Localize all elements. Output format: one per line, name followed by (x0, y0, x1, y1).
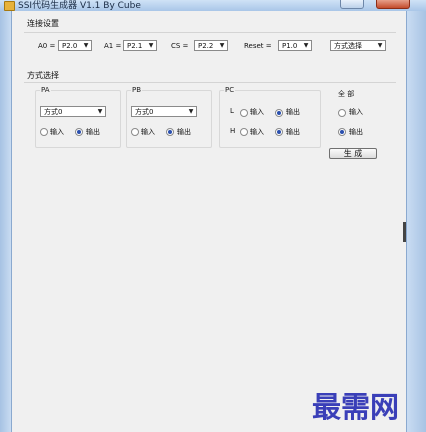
all-input-radio[interactable] (338, 109, 346, 117)
a0-combo[interactable]: P2.0 ▼ (58, 40, 92, 51)
resize-grip[interactable] (403, 222, 406, 242)
pc-low-input-radio[interactable] (240, 109, 248, 117)
reset-combo[interactable]: P1.0 ▼ (278, 40, 312, 51)
pb-input-radio[interactable] (131, 128, 139, 136)
pb-mode-value: 方式0 (135, 108, 154, 116)
pc-high-input-radio[interactable] (240, 128, 248, 136)
window-title: SSI代码生成器 V1.1 By Cube (18, 1, 141, 11)
cs-combo[interactable]: P2.2 ▼ (194, 40, 228, 51)
mode-divider (24, 82, 396, 83)
cs-label: CS = (171, 42, 189, 50)
pb-output-label: 输出 (177, 128, 191, 136)
pb-group (126, 90, 212, 148)
all-output-label: 输出 (349, 128, 363, 136)
chevron-down-icon: ▼ (303, 42, 309, 49)
pa-input-radio[interactable] (40, 128, 48, 136)
mode-select-combo[interactable]: 方式选择 ▼ (330, 40, 386, 51)
pc-low-label: L (230, 107, 234, 115)
pc-low-input-label: 输入 (250, 108, 264, 116)
chevron-down-icon: ▼ (377, 42, 383, 49)
pa-mode-value: 方式0 (44, 108, 63, 116)
a1-value: P2.1 (127, 42, 143, 50)
watermark-logo: 最需网 (312, 390, 400, 424)
close-button[interactable] (376, 0, 410, 9)
pb-mode-combo[interactable]: 方式0 ▼ (131, 106, 197, 117)
mode-select-value: 方式选择 (334, 42, 362, 50)
all-input-label: 输入 (349, 108, 363, 116)
pa-title: PA (40, 86, 51, 94)
pc-high-input-label: 输入 (250, 128, 264, 136)
pa-output-radio[interactable] (75, 128, 83, 136)
chevron-down-icon: ▼ (188, 108, 194, 115)
window-frame-right (406, 11, 426, 432)
window-frame-left (0, 11, 12, 432)
reset-value: P1.0 (282, 42, 298, 50)
a1-label: A1 = (104, 42, 122, 50)
pc-title: PC (224, 86, 236, 94)
all-output-radio[interactable] (338, 128, 346, 136)
pa-input-label: 输入 (50, 128, 64, 136)
chevron-down-icon: ▼ (97, 108, 103, 115)
minimize-button[interactable] (340, 0, 364, 9)
reset-label: Reset = (244, 42, 272, 50)
generate-button[interactable]: 生 成 (329, 148, 377, 159)
pb-output-radio[interactable] (166, 128, 174, 136)
connect-group-title: 连接设置 (27, 19, 59, 28)
pc-low-output-radio[interactable] (275, 109, 283, 117)
pc-high-output-label: 输出 (286, 128, 300, 136)
pa-group (35, 90, 121, 148)
pc-high-output-radio[interactable] (275, 128, 283, 136)
pa-mode-combo[interactable]: 方式0 ▼ (40, 106, 106, 117)
pc-group (219, 90, 321, 148)
a1-combo[interactable]: P2.1 ▼ (123, 40, 157, 51)
a0-label: A0 = (38, 42, 56, 50)
chevron-down-icon: ▼ (148, 42, 154, 49)
pb-title: PB (131, 86, 143, 94)
chevron-down-icon: ▼ (219, 42, 225, 49)
pc-high-label: H (230, 127, 236, 135)
app-icon (4, 1, 15, 11)
cs-value: P2.2 (198, 42, 214, 50)
pc-low-output-label: 输出 (286, 108, 300, 116)
a0-value: P2.0 (62, 42, 78, 50)
connect-divider (24, 32, 396, 33)
client-area (12, 11, 406, 432)
pa-output-label: 输出 (86, 128, 100, 136)
all-title: 全 部 (337, 89, 356, 99)
mode-group-title: 方式选择 (27, 71, 59, 80)
pb-input-label: 输入 (141, 128, 155, 136)
chevron-down-icon: ▼ (83, 42, 89, 49)
